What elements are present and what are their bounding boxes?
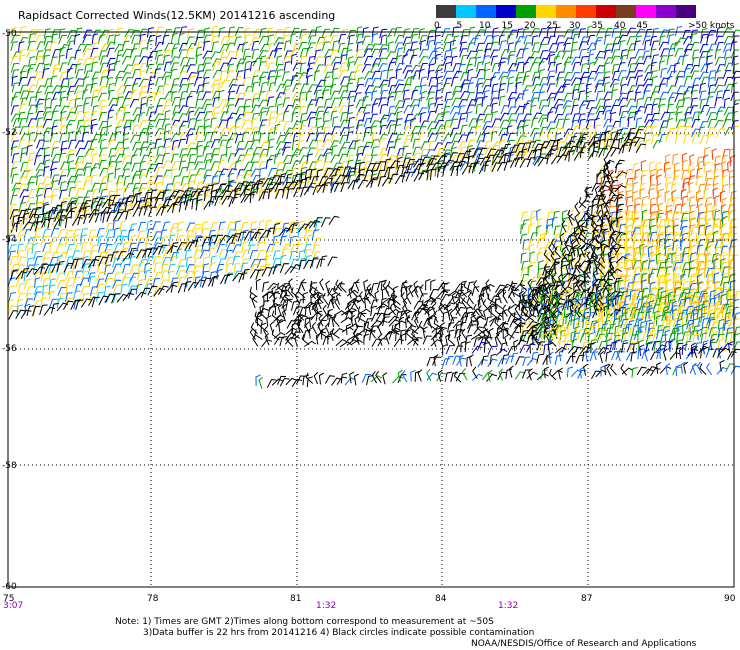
wind-map: 75 78 81 84 87 90 -50 -52 -54 -56 -58 -6…: [2, 25, 740, 611]
note-line-1: Note: 1) Times are GMT 2)Times along bot…: [115, 617, 494, 627]
lon-label-78: 78: [147, 594, 159, 604]
legend-swatch: [656, 5, 676, 18]
legend-tick: 45: [636, 21, 648, 31]
legend-swatch: [596, 5, 616, 18]
legend-swatch: [496, 5, 516, 18]
legend-tick: 25: [546, 21, 558, 31]
lat-label-50: -50: [2, 29, 17, 39]
legend-tick: 10: [479, 21, 491, 31]
legend-tick: 15: [501, 21, 513, 31]
legend-swatch: [616, 5, 636, 18]
time-label-3: 1:32: [498, 601, 518, 611]
lat-label-60: -60: [2, 582, 17, 592]
legend-swatch: [636, 5, 656, 18]
legend-swatch: [576, 5, 596, 18]
wind-barbs: [7, 25, 740, 389]
lat-label-56: -56: [2, 344, 17, 354]
lat-label-52: -52: [2, 128, 17, 138]
map-title: Rapidsact Corrected Winds(12.5KM) 201412…: [18, 9, 336, 22]
lon-label-87: 87: [581, 594, 592, 604]
lon-label-81: 81: [290, 594, 301, 604]
time-label-2: 1:32: [316, 601, 336, 611]
time-label-1: 3:07: [3, 601, 23, 611]
legend-swatch: [456, 5, 476, 18]
legend-tick: 5: [456, 21, 463, 31]
legend-tick: 20: [524, 21, 536, 31]
legend-swatch: [476, 5, 496, 18]
lat-label-58: -58: [2, 461, 17, 471]
lat-label-54: -54: [2, 235, 17, 245]
lon-label-90: 90: [724, 594, 736, 604]
legend-swatch: [436, 5, 456, 18]
legend-tick: 30: [569, 21, 581, 31]
lon-label-84: 84: [435, 594, 447, 604]
legend-swatch: [536, 5, 556, 18]
note-line-2: 3)Data buffer is 22 hrs from 20141216 4)…: [143, 628, 535, 638]
legend-tick: 35: [591, 21, 603, 31]
legend-swatch: [676, 5, 696, 18]
legend-tick: 40: [614, 21, 626, 31]
legend-swatch: [516, 5, 536, 18]
note-line-3: NOAA/NESDIS/Office of Research and Appli…: [471, 639, 697, 649]
legend-tick: 0: [434, 21, 440, 31]
legend-unit: >50 knots: [688, 21, 735, 31]
legend-swatch: [556, 5, 576, 18]
